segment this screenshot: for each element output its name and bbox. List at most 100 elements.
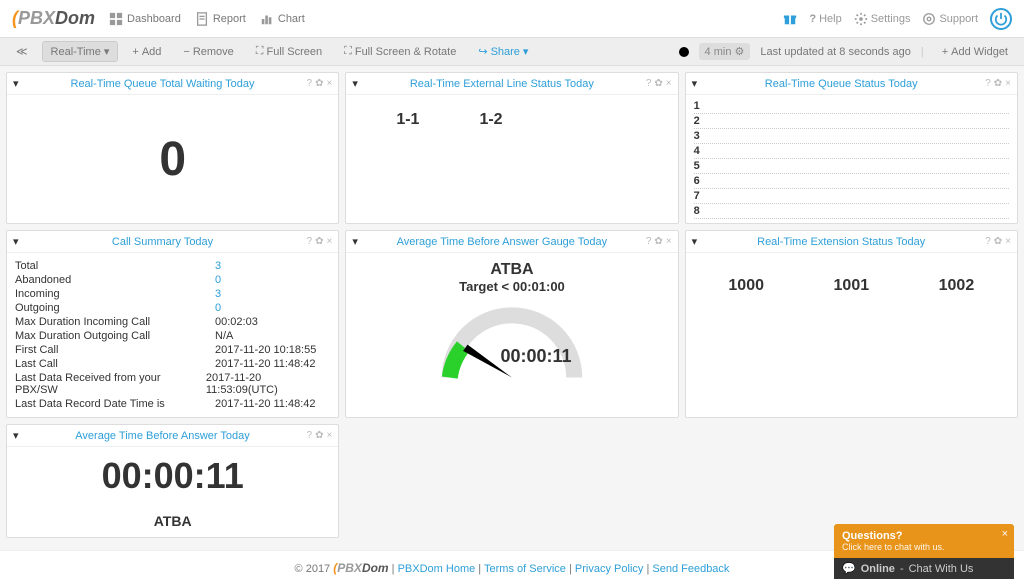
chat-icon: 💬: [842, 562, 856, 575]
report-icon: [195, 12, 209, 26]
add-button[interactable]: + Add: [124, 43, 169, 61]
chat-cwu-label: Chat With Us: [909, 563, 974, 575]
help-icon[interactable]: ?: [307, 236, 313, 247]
footer-feedback-link[interactable]: Send Feedback: [652, 563, 729, 575]
help-icon[interactable]: ?: [985, 236, 991, 247]
summary-row: Last Data Record Date Time is2017-11-20 …: [15, 397, 330, 411]
header-right: ? Help Settings Support: [783, 8, 1012, 30]
gauge-arc: [422, 302, 602, 382]
widget-header: ▾ Average Time Before Answer Today ?✿×: [7, 425, 338, 447]
chat-questions[interactable]: Questions? Click here to chat with us. ×: [834, 524, 1014, 558]
collapse-icon[interactable]: ▾: [692, 235, 698, 248]
widget-title[interactable]: Average Time Before Answer Today: [75, 430, 249, 442]
queue-row: 8: [694, 204, 1009, 219]
help-icon[interactable]: ?: [985, 78, 991, 89]
footer-terms-link[interactable]: Terms of Service: [484, 563, 566, 575]
summary-value[interactable]: 3: [215, 288, 221, 300]
collapse-icon[interactable]: ▾: [692, 77, 698, 90]
gear-icon[interactable]: ✿: [994, 236, 1002, 247]
share-button[interactable]: ↪ Share ▾: [470, 42, 536, 61]
close-icon[interactable]: ×: [666, 236, 672, 247]
gear-icon[interactable]: ✿: [315, 78, 323, 89]
widget-title[interactable]: Real-Time Extension Status Today: [757, 236, 925, 248]
fullscreen-button[interactable]: ⛶ Full Screen: [248, 42, 330, 61]
summary-row: Abandoned0: [15, 273, 330, 287]
summary-label: Incoming: [15, 288, 215, 300]
gear-icon[interactable]: ✿: [994, 78, 1002, 89]
summary-value[interactable]: 3: [215, 260, 221, 272]
footer-home-link[interactable]: PBXDom Home: [398, 563, 476, 575]
power-button[interactable]: [990, 8, 1012, 30]
help-icon[interactable]: ?: [307, 78, 313, 89]
chevron-down-icon: ▾: [104, 45, 110, 58]
widget-title[interactable]: Real-Time External Line Status Today: [410, 78, 594, 90]
close-icon[interactable]: ×: [326, 78, 332, 89]
toolbar-left: ≪ Real-Time ▾ + Add − Remove ⛶ Full Scre…: [8, 41, 536, 62]
collapse-icon[interactable]: ▾: [13, 77, 19, 90]
summary-value: 2017-11-20 11:48:42: [215, 358, 316, 370]
support-link[interactable]: Support: [922, 12, 978, 26]
widget-title[interactable]: Real-Time Queue Total Waiting Today: [71, 78, 255, 90]
close-icon[interactable]: ×: [1002, 528, 1008, 540]
external-line-value: 1-1: [396, 111, 419, 215]
chat-widget[interactable]: Questions? Click here to chat with us. ×…: [834, 524, 1014, 579]
close-icon[interactable]: ×: [326, 430, 332, 441]
toolbar-collapse-icon[interactable]: ≪: [8, 42, 36, 61]
settings-link[interactable]: Settings: [854, 12, 911, 26]
help-link[interactable]: ? Help: [809, 13, 841, 25]
collapse-icon[interactable]: ▾: [352, 77, 358, 90]
nav-chart[interactable]: Chart: [260, 12, 305, 26]
power-icon: [994, 12, 1008, 26]
collapse-icon[interactable]: ▾: [13, 235, 19, 248]
widget-queue-total-waiting: ▾ Real-Time Queue Total Waiting Today ?✿…: [6, 72, 339, 224]
logo[interactable]: (PBXDom: [12, 8, 95, 29]
gear-icon[interactable]: ✿: [315, 430, 323, 441]
interval-badge[interactable]: 4 min ⚙: [699, 43, 751, 60]
widget-header: ▾ Real-Time Extension Status Today ?✿×: [686, 231, 1017, 253]
widget-title[interactable]: Real-Time Queue Status Today: [765, 78, 918, 90]
widget-header: ▾ Real-Time Queue Status Today ?✿×: [686, 73, 1017, 95]
collapse-icon[interactable]: ▾: [352, 235, 358, 248]
close-icon[interactable]: ×: [326, 236, 332, 247]
collapse-icon[interactable]: ▾: [13, 429, 19, 442]
summary-value: 2017-11-20 11:53:09(UTC): [206, 372, 330, 396]
dashboard-grid: ▾ Real-Time Queue Total Waiting Today ?✿…: [0, 66, 1024, 544]
help-icon: ?: [809, 13, 816, 25]
gear-icon[interactable]: ✿: [654, 236, 662, 247]
gear-icon: [854, 12, 868, 26]
widget-header: ▾ Call Summary Today ?✿×: [7, 231, 338, 253]
nav-dashboard[interactable]: Dashboard: [109, 12, 181, 26]
support-icon: [922, 12, 936, 26]
close-icon[interactable]: ×: [1005, 236, 1011, 247]
summary-label: Abandoned: [15, 274, 215, 286]
nav-report[interactable]: Report: [195, 12, 246, 26]
gift-icon[interactable]: [783, 12, 797, 26]
footer-privacy-link[interactable]: Privacy Policy: [575, 563, 643, 575]
widget-title[interactable]: Call Summary Today: [112, 236, 213, 248]
widget-atba-gauge: ▾ Average Time Before Answer Gauge Today…: [345, 230, 678, 418]
toolbar: ≪ Real-Time ▾ + Add − Remove ⛶ Full Scre…: [0, 38, 1024, 66]
atba-label: ATBA: [154, 513, 192, 529]
gauge-value: 00:00:11: [500, 346, 571, 367]
summary-value[interactable]: 0: [215, 302, 221, 314]
realtime-dropdown[interactable]: Real-Time ▾: [42, 41, 119, 62]
help-icon[interactable]: ?: [646, 236, 652, 247]
chat-status-bar[interactable]: 💬 Online - Chat With Us: [834, 558, 1014, 579]
queue-row: 2: [694, 114, 1009, 129]
summary-value: 2017-11-20 10:18:55: [215, 344, 316, 356]
close-icon[interactable]: ×: [666, 78, 672, 89]
help-icon[interactable]: ?: [307, 430, 313, 441]
gear-icon[interactable]: ✿: [654, 78, 662, 89]
widget-header: ▾ Real-Time External Line Status Today ?…: [346, 73, 677, 95]
summary-label: Outgoing: [15, 302, 215, 314]
summary-row: Incoming3: [15, 287, 330, 301]
close-icon[interactable]: ×: [1005, 78, 1011, 89]
help-icon[interactable]: ?: [646, 78, 652, 89]
gear-icon[interactable]: ✿: [315, 236, 323, 247]
remove-button[interactable]: − Remove: [175, 43, 241, 61]
widget-title[interactable]: Average Time Before Answer Gauge Today: [397, 236, 608, 248]
add-widget-button[interactable]: + Add Widget: [934, 43, 1016, 61]
fullscreen-rotate-button[interactable]: ⛶ Full Screen & Rotate: [336, 42, 464, 61]
summary-value[interactable]: 0: [215, 274, 221, 286]
atba-value: 00:00:11: [102, 455, 244, 497]
